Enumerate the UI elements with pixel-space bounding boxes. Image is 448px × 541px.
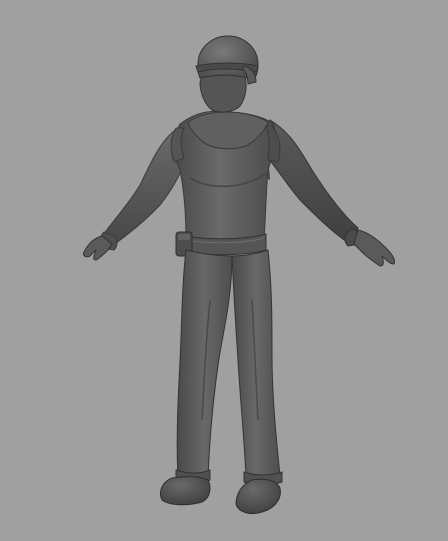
- right-boot: [235, 478, 281, 515]
- right-hand: [353, 229, 395, 267]
- character-model: [83, 35, 395, 515]
- right-leg: [231, 249, 281, 477]
- left-boot: [159, 476, 211, 506]
- torso: [170, 110, 281, 241]
- left-leg: [176, 249, 233, 477]
- 3d-viewport[interactable]: [0, 0, 448, 541]
- right-arm: [267, 119, 361, 247]
